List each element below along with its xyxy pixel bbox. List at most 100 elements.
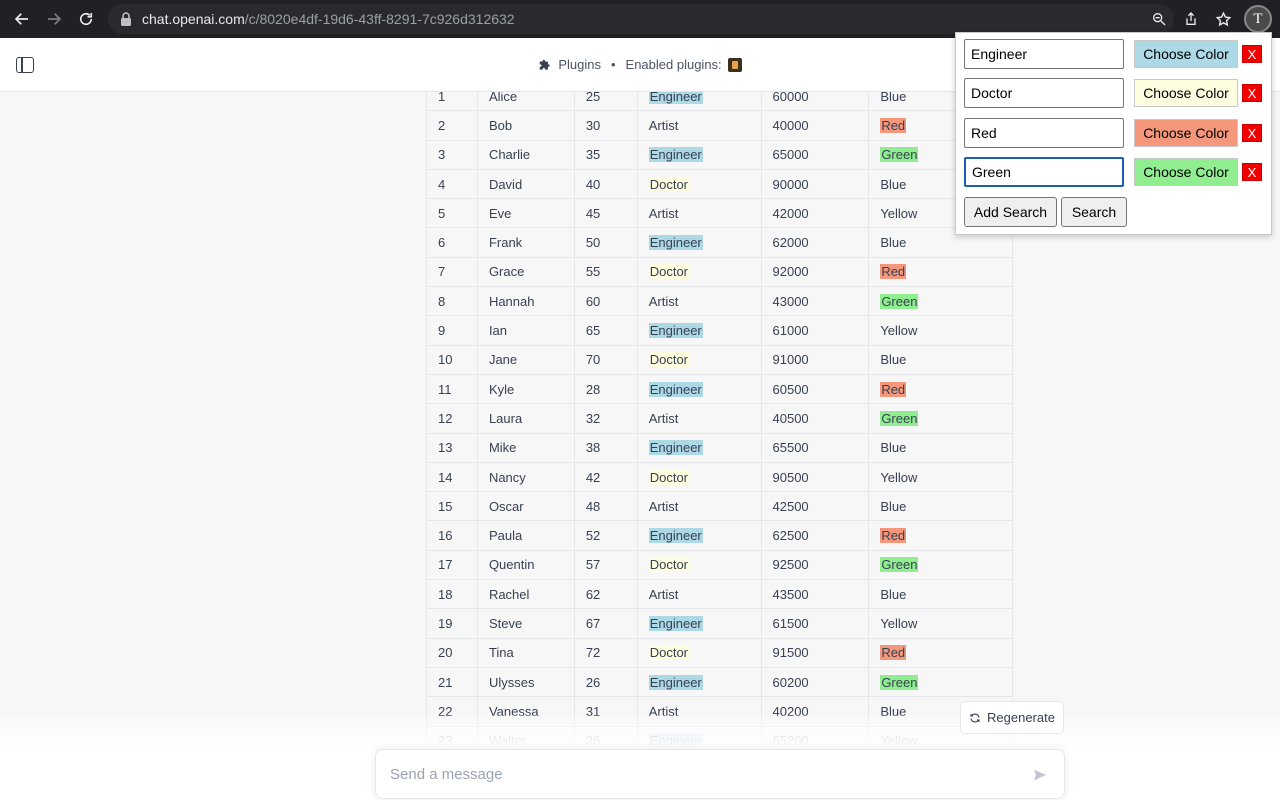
- send-icon[interactable]: [1032, 767, 1048, 783]
- choose-color-button[interactable]: Choose Color: [1134, 79, 1238, 107]
- cell-text: 92500: [772, 557, 809, 573]
- regenerate-button[interactable]: Regenerate: [960, 701, 1064, 734]
- cell-name: Charlie: [476, 139, 575, 170]
- cell-job: Doctor: [636, 168, 762, 200]
- cell-name: Quentin: [476, 549, 575, 581]
- cell-salary: 91500: [760, 637, 870, 668]
- remove-term-button[interactable]: X: [1242, 84, 1262, 102]
- cell-color: Blue: [868, 432, 1013, 463]
- choose-color-button[interactable]: Choose Color: [1134, 40, 1238, 68]
- cell-text: Yellow: [880, 323, 918, 339]
- plugins-info[interactable]: Plugins • Enabled plugins:: [538, 57, 742, 72]
- cell-text: 13: [438, 440, 453, 456]
- cell-text: 14: [438, 469, 453, 485]
- lock-icon: [121, 12, 131, 26]
- forward-icon[interactable]: [42, 7, 66, 31]
- search-term-input[interactable]: [964, 157, 1124, 187]
- cell-color: Green: [868, 549, 1013, 581]
- cell-text: 40000: [772, 117, 809, 133]
- table-row: 9 Ian 65 Engineer 61000 Yellow: [426, 315, 1013, 346]
- cell-text: Artist: [648, 586, 679, 602]
- cell-text: 21: [438, 674, 453, 690]
- search-term-input[interactable]: [964, 78, 1124, 108]
- cell-text: Blue: [880, 586, 907, 602]
- cell-id: 18: [426, 579, 478, 610]
- cell-age: 57: [573, 549, 638, 581]
- choose-color-button[interactable]: Choose Color: [1134, 158, 1238, 186]
- star-icon[interactable]: [1212, 8, 1234, 30]
- cell-text: 42: [585, 469, 601, 485]
- share-icon[interactable]: [1180, 8, 1202, 30]
- zoom-icon[interactable]: [1148, 8, 1170, 30]
- cell-salary: 42000: [760, 198, 870, 229]
- cell-job: Engineer: [636, 432, 762, 463]
- search-button[interactable]: Search: [1061, 197, 1127, 227]
- address-bar[interactable]: chat.openai.com/c/8020e4df-19d6-43ff-829…: [108, 4, 1174, 34]
- cell-color: Green: [868, 286, 1013, 317]
- message-input[interactable]: [390, 765, 1010, 783]
- cell-color: Yellow: [868, 315, 1013, 346]
- cell-job: Doctor: [636, 637, 762, 668]
- cell-age: 67: [573, 608, 638, 639]
- choose-color-button[interactable]: Choose Color: [1134, 119, 1238, 147]
- cell-name: Paula: [476, 520, 575, 551]
- cell-text: 7: [438, 264, 446, 280]
- highlighted-text: Green: [880, 674, 919, 690]
- cell-salary: 91000: [760, 344, 870, 375]
- cell-salary: 62000: [760, 227, 870, 258]
- cell-text: 42500: [772, 498, 809, 514]
- table-row: 13 Mike 38 Engineer 65500 Blue: [426, 432, 1013, 463]
- highlighted-text: Doctor: [648, 352, 690, 368]
- cell-id: 6: [426, 227, 478, 258]
- cell-age: 30: [573, 110, 638, 141]
- highlighted-text: Engineer: [648, 147, 703, 163]
- cell-text: Paula: [488, 528, 523, 544]
- cell-text: Kyle: [488, 381, 515, 397]
- cell-text: 40500: [772, 410, 809, 426]
- search-term-input[interactable]: [964, 118, 1124, 148]
- table-row: 20 Tina 72 Doctor 91500 Red: [426, 637, 1013, 668]
- extension-avatar[interactable]: T: [1244, 5, 1272, 33]
- cell-id: 14: [426, 461, 478, 493]
- cell-text: Mike: [488, 440, 517, 456]
- cell-text: Blue: [880, 235, 907, 251]
- sidebar-toggle-icon[interactable]: [16, 57, 34, 73]
- cell-text: 50: [585, 235, 601, 251]
- highlighted-text: Red: [880, 381, 907, 397]
- cell-text: Bob: [488, 117, 513, 133]
- cell-age: 52: [573, 520, 638, 551]
- cell-text: Tina: [488, 645, 514, 661]
- cell-text: Nancy: [488, 469, 526, 485]
- back-icon[interactable]: [10, 7, 34, 31]
- remove-term-button[interactable]: X: [1242, 163, 1262, 181]
- cell-age: 35: [573, 139, 638, 170]
- cell-color: Blue: [868, 491, 1013, 522]
- highlighted-text: Engineer: [648, 440, 703, 456]
- cell-text: Blue: [880, 498, 907, 514]
- remove-term-button[interactable]: X: [1242, 45, 1262, 63]
- cell-salary: 90000: [760, 168, 870, 200]
- cell-text: Jane: [488, 352, 518, 368]
- table-row: 4 David 40 Doctor 90000 Blue: [426, 168, 1013, 200]
- cell-name: Mike: [476, 432, 575, 463]
- cell-text: 30: [585, 117, 601, 133]
- cell-text: Blue: [880, 440, 907, 456]
- cell-name: Steve: [476, 608, 575, 639]
- cell-text: 60: [585, 293, 601, 309]
- cell-text: 61500: [772, 615, 809, 631]
- cell-text: 4: [438, 176, 446, 192]
- cell-job: Engineer: [636, 520, 762, 551]
- cell-job: Doctor: [636, 256, 762, 288]
- reload-icon[interactable]: [74, 7, 98, 31]
- cell-text: 28: [585, 381, 601, 397]
- cell-job: Engineer: [636, 608, 762, 639]
- cell-text: Artist: [648, 293, 679, 309]
- remove-term-button[interactable]: X: [1242, 124, 1262, 142]
- cell-id: 11: [426, 373, 478, 405]
- highlighted-text: Red: [880, 264, 907, 280]
- search-term-input[interactable]: [964, 39, 1124, 69]
- add-search-button[interactable]: Add Search: [964, 197, 1057, 227]
- cell-id: 8: [426, 286, 478, 317]
- cell-name: Hannah: [476, 286, 575, 317]
- cell-text: 48: [585, 498, 601, 514]
